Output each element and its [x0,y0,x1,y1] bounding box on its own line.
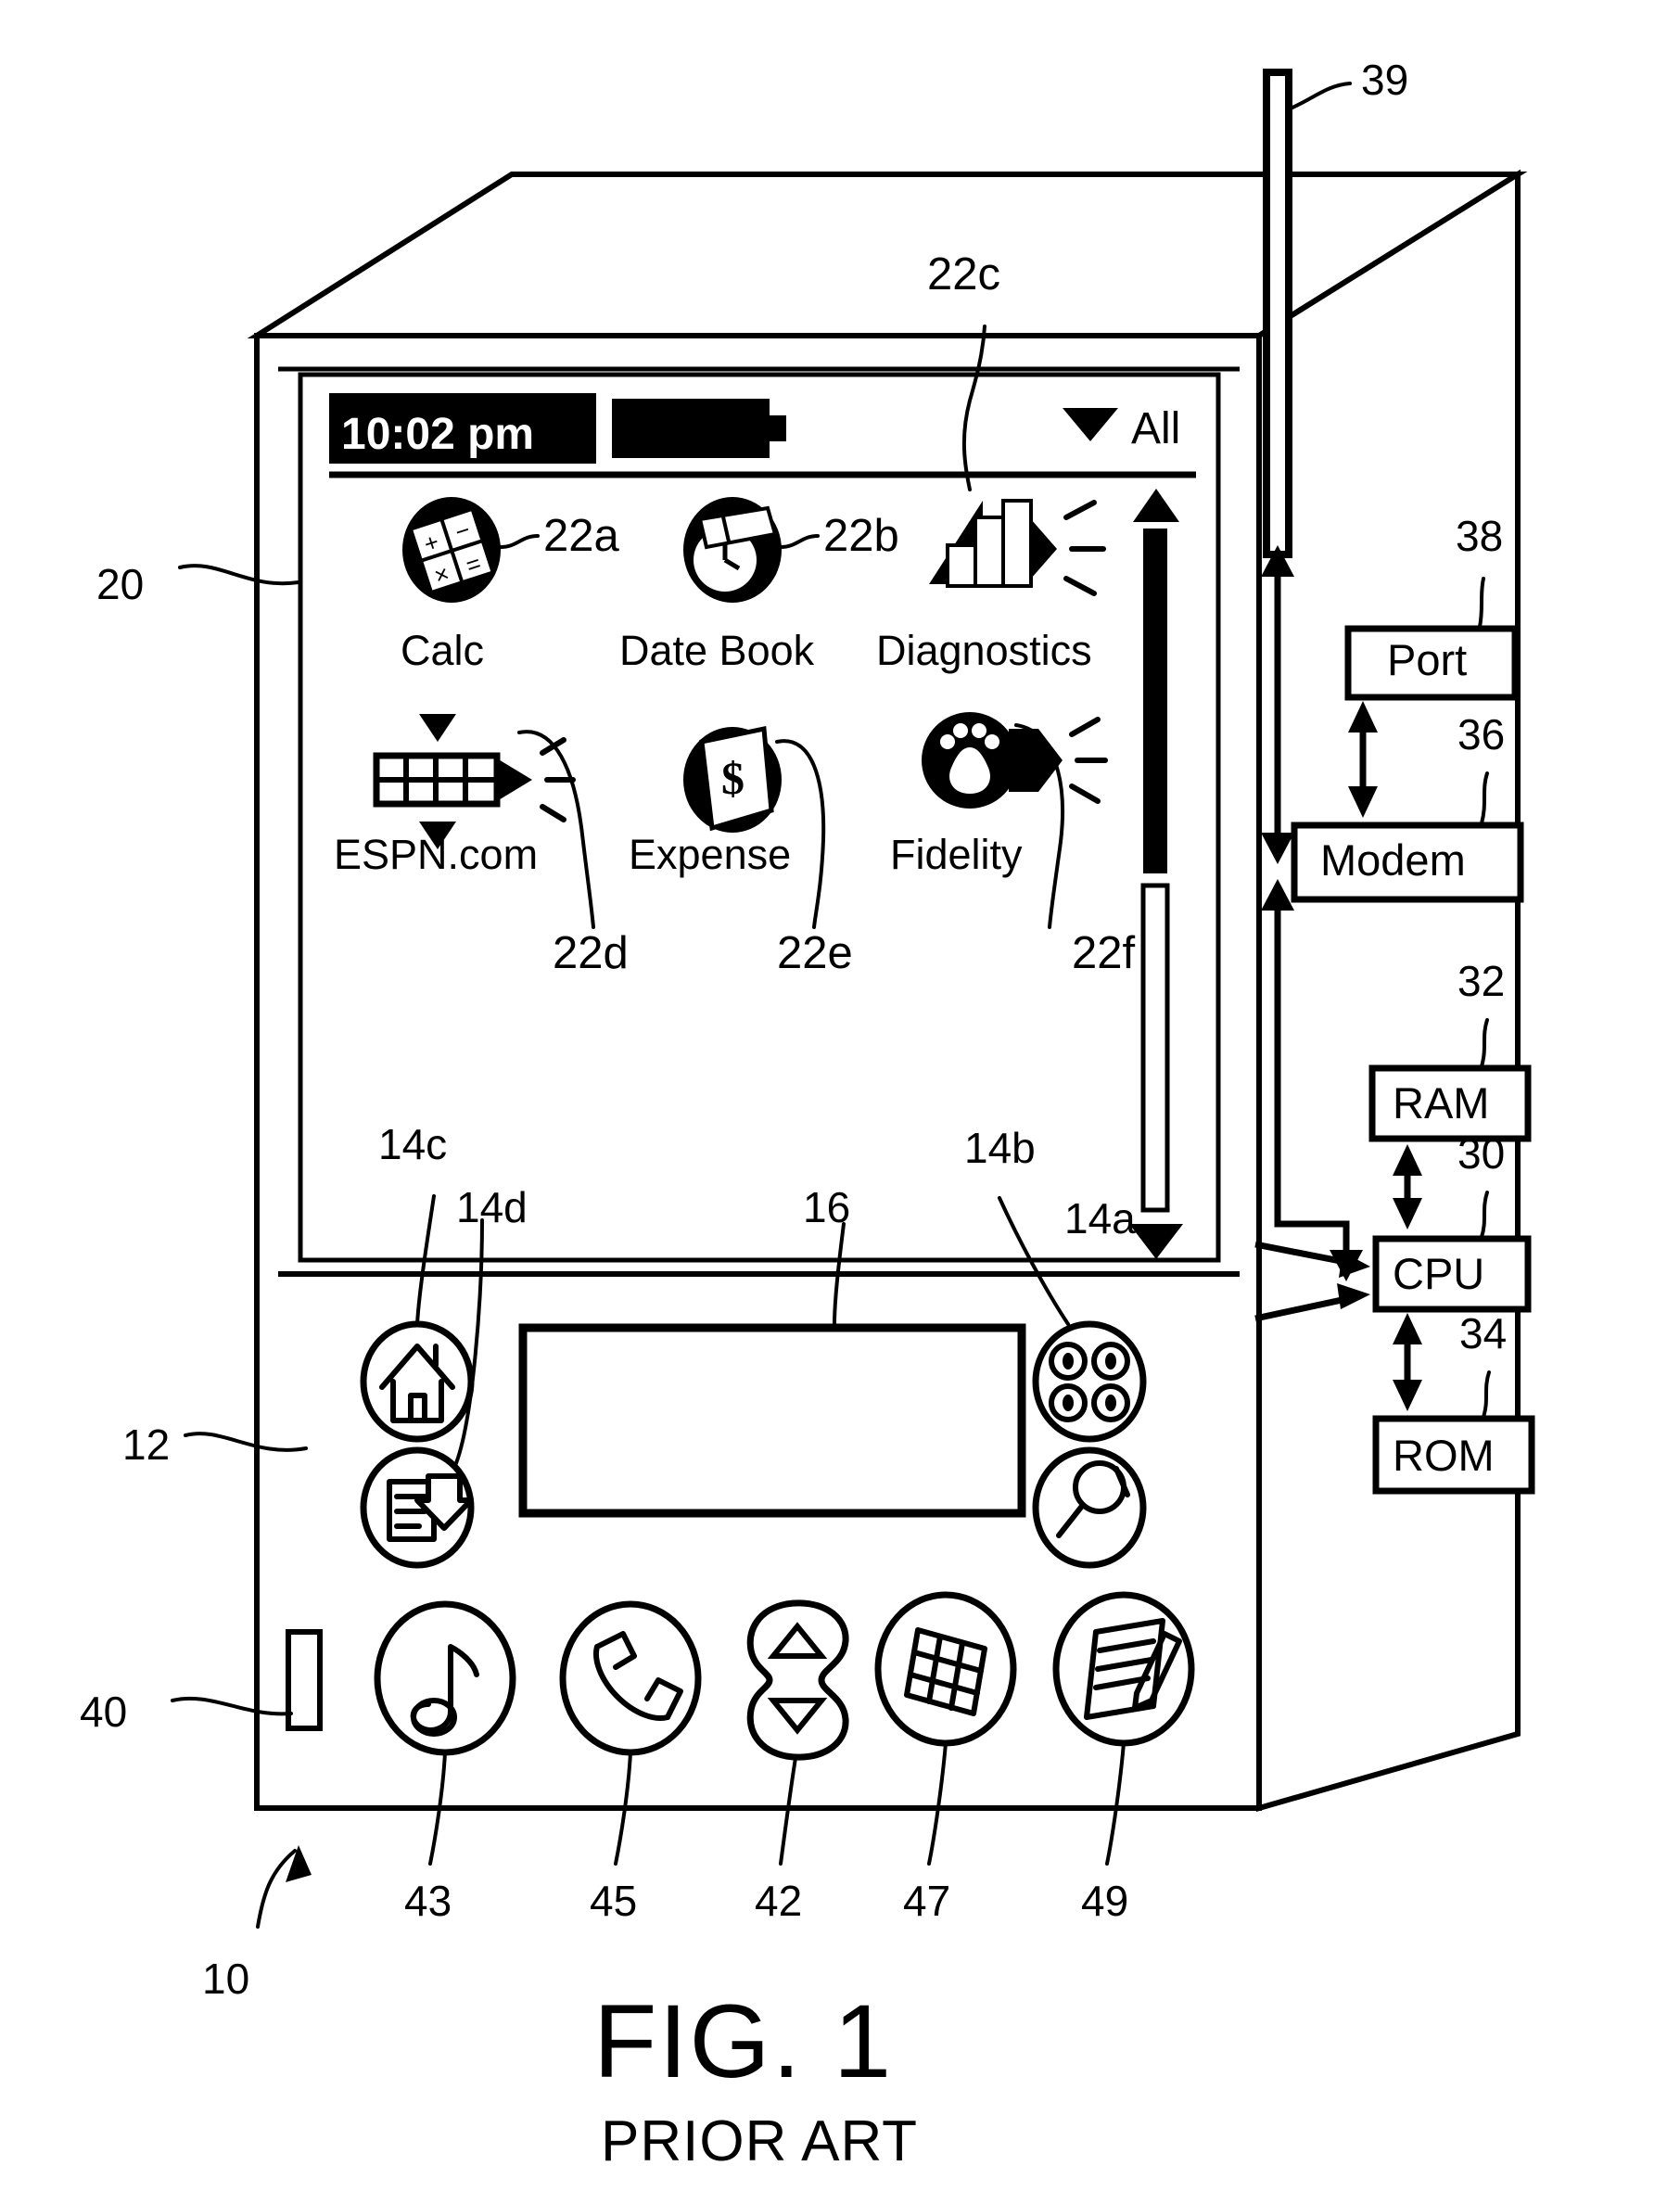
hardware-button-memo[interactable] [1052,1591,1195,1747]
ref-47: 47 [903,1877,950,1925]
ref-34: 34 [1459,1309,1507,1357]
silkscreen-button-applications[interactable] [360,1320,475,1443]
figure-subtitle: PRIOR ART [601,2109,918,2173]
ref-45: 45 [590,1877,637,1925]
app-label-diagnostics: Diagnostics [876,627,1092,674]
ref-10: 10 [202,1955,249,2003]
block-label-modem: Modem [1320,835,1466,885]
ref-22a: 22a [543,511,620,561]
status-time: 10:02 pm [341,410,534,459]
ref-14a: 14a [1064,1194,1136,1242]
ref-14d: 14d [456,1183,528,1231]
ref-22c: 22c [927,249,1000,299]
antenna [1263,69,1292,558]
block-label-cpu: CPU [1393,1249,1484,1298]
ref-20: 20 [96,560,144,608]
silkscreen-button-calculator[interactable] [1032,1320,1147,1443]
app-label-date-book: Date Book [619,627,815,674]
hardware-button-audio[interactable] [374,1600,516,1756]
scrollbar-track[interactable] [1140,883,1170,1213]
ref-39: 39 [1361,56,1408,104]
hardware-button-phone[interactable] [559,1600,702,1756]
ref-38: 38 [1456,512,1503,560]
ref-14b: 14b [964,1124,1036,1172]
ref-22d: 22d [553,928,629,978]
block-rom: ROM [1372,1415,1535,1495]
ref-22b: 22b [823,511,899,561]
ref-22e: 22e [777,928,853,978]
ref-42: 42 [755,1877,802,1925]
block-label-ram: RAM [1393,1078,1489,1127]
ref-14c: 14c [378,1120,447,1168]
app-label-expense: Expense [629,831,791,878]
ref-30: 30 [1457,1129,1505,1178]
figure-title: FIG. 1 [593,1983,893,2099]
block-label-rom: ROM [1393,1431,1495,1480]
app-label-espn: ESPN.com [334,831,538,878]
ref-43: 43 [404,1877,452,1925]
hardware-button-date-book[interactable] [874,1591,1017,1747]
block-ram: RAM [1368,1064,1532,1142]
app-icon-date-book[interactable] [683,497,782,603]
app-icon-calc[interactable]: + − × = [402,497,501,603]
ref-32: 32 [1457,957,1505,1005]
battery-icon [612,399,786,458]
dollar-page-icon: $ [699,725,774,832]
ref-49: 49 [1081,1877,1128,1925]
app-label-fidelity: Fidelity [890,831,1023,878]
ref-40: 40 [80,1688,127,1736]
svg-text:$: $ [721,752,745,804]
block-label-port: Port [1387,635,1467,684]
scrollbar-thumb[interactable] [1143,529,1167,873]
block-modem: Modem [1291,822,1524,903]
app-icon-expense[interactable]: $ [683,725,782,833]
silkscreen-button-menu[interactable] [360,1446,475,1569]
figure-canvas: 10:02 pm All + − × = 22a Calc 22b Date B… [80,56,1535,2173]
silkscreen-button-find[interactable] [1032,1446,1147,1569]
ref-36: 36 [1457,710,1505,758]
category-selector-label[interactable]: All [1131,404,1180,453]
block-port: Port [1344,625,1519,701]
patent-figure-page: 10:02 pm All + − × = 22a Calc 22b Date B… [0,0,1680,2204]
ref-16: 16 [803,1183,850,1231]
ref-22f: 22f [1072,928,1136,978]
block-cpu: CPU [1372,1235,1532,1313]
ref-12: 12 [122,1420,170,1469]
graffiti-input-area[interactable] [518,1323,1026,1518]
app-label-calc: Calc [401,627,484,674]
fidelity-pyramid-icon [940,717,1108,804]
side-switch[interactable] [286,1629,323,1731]
